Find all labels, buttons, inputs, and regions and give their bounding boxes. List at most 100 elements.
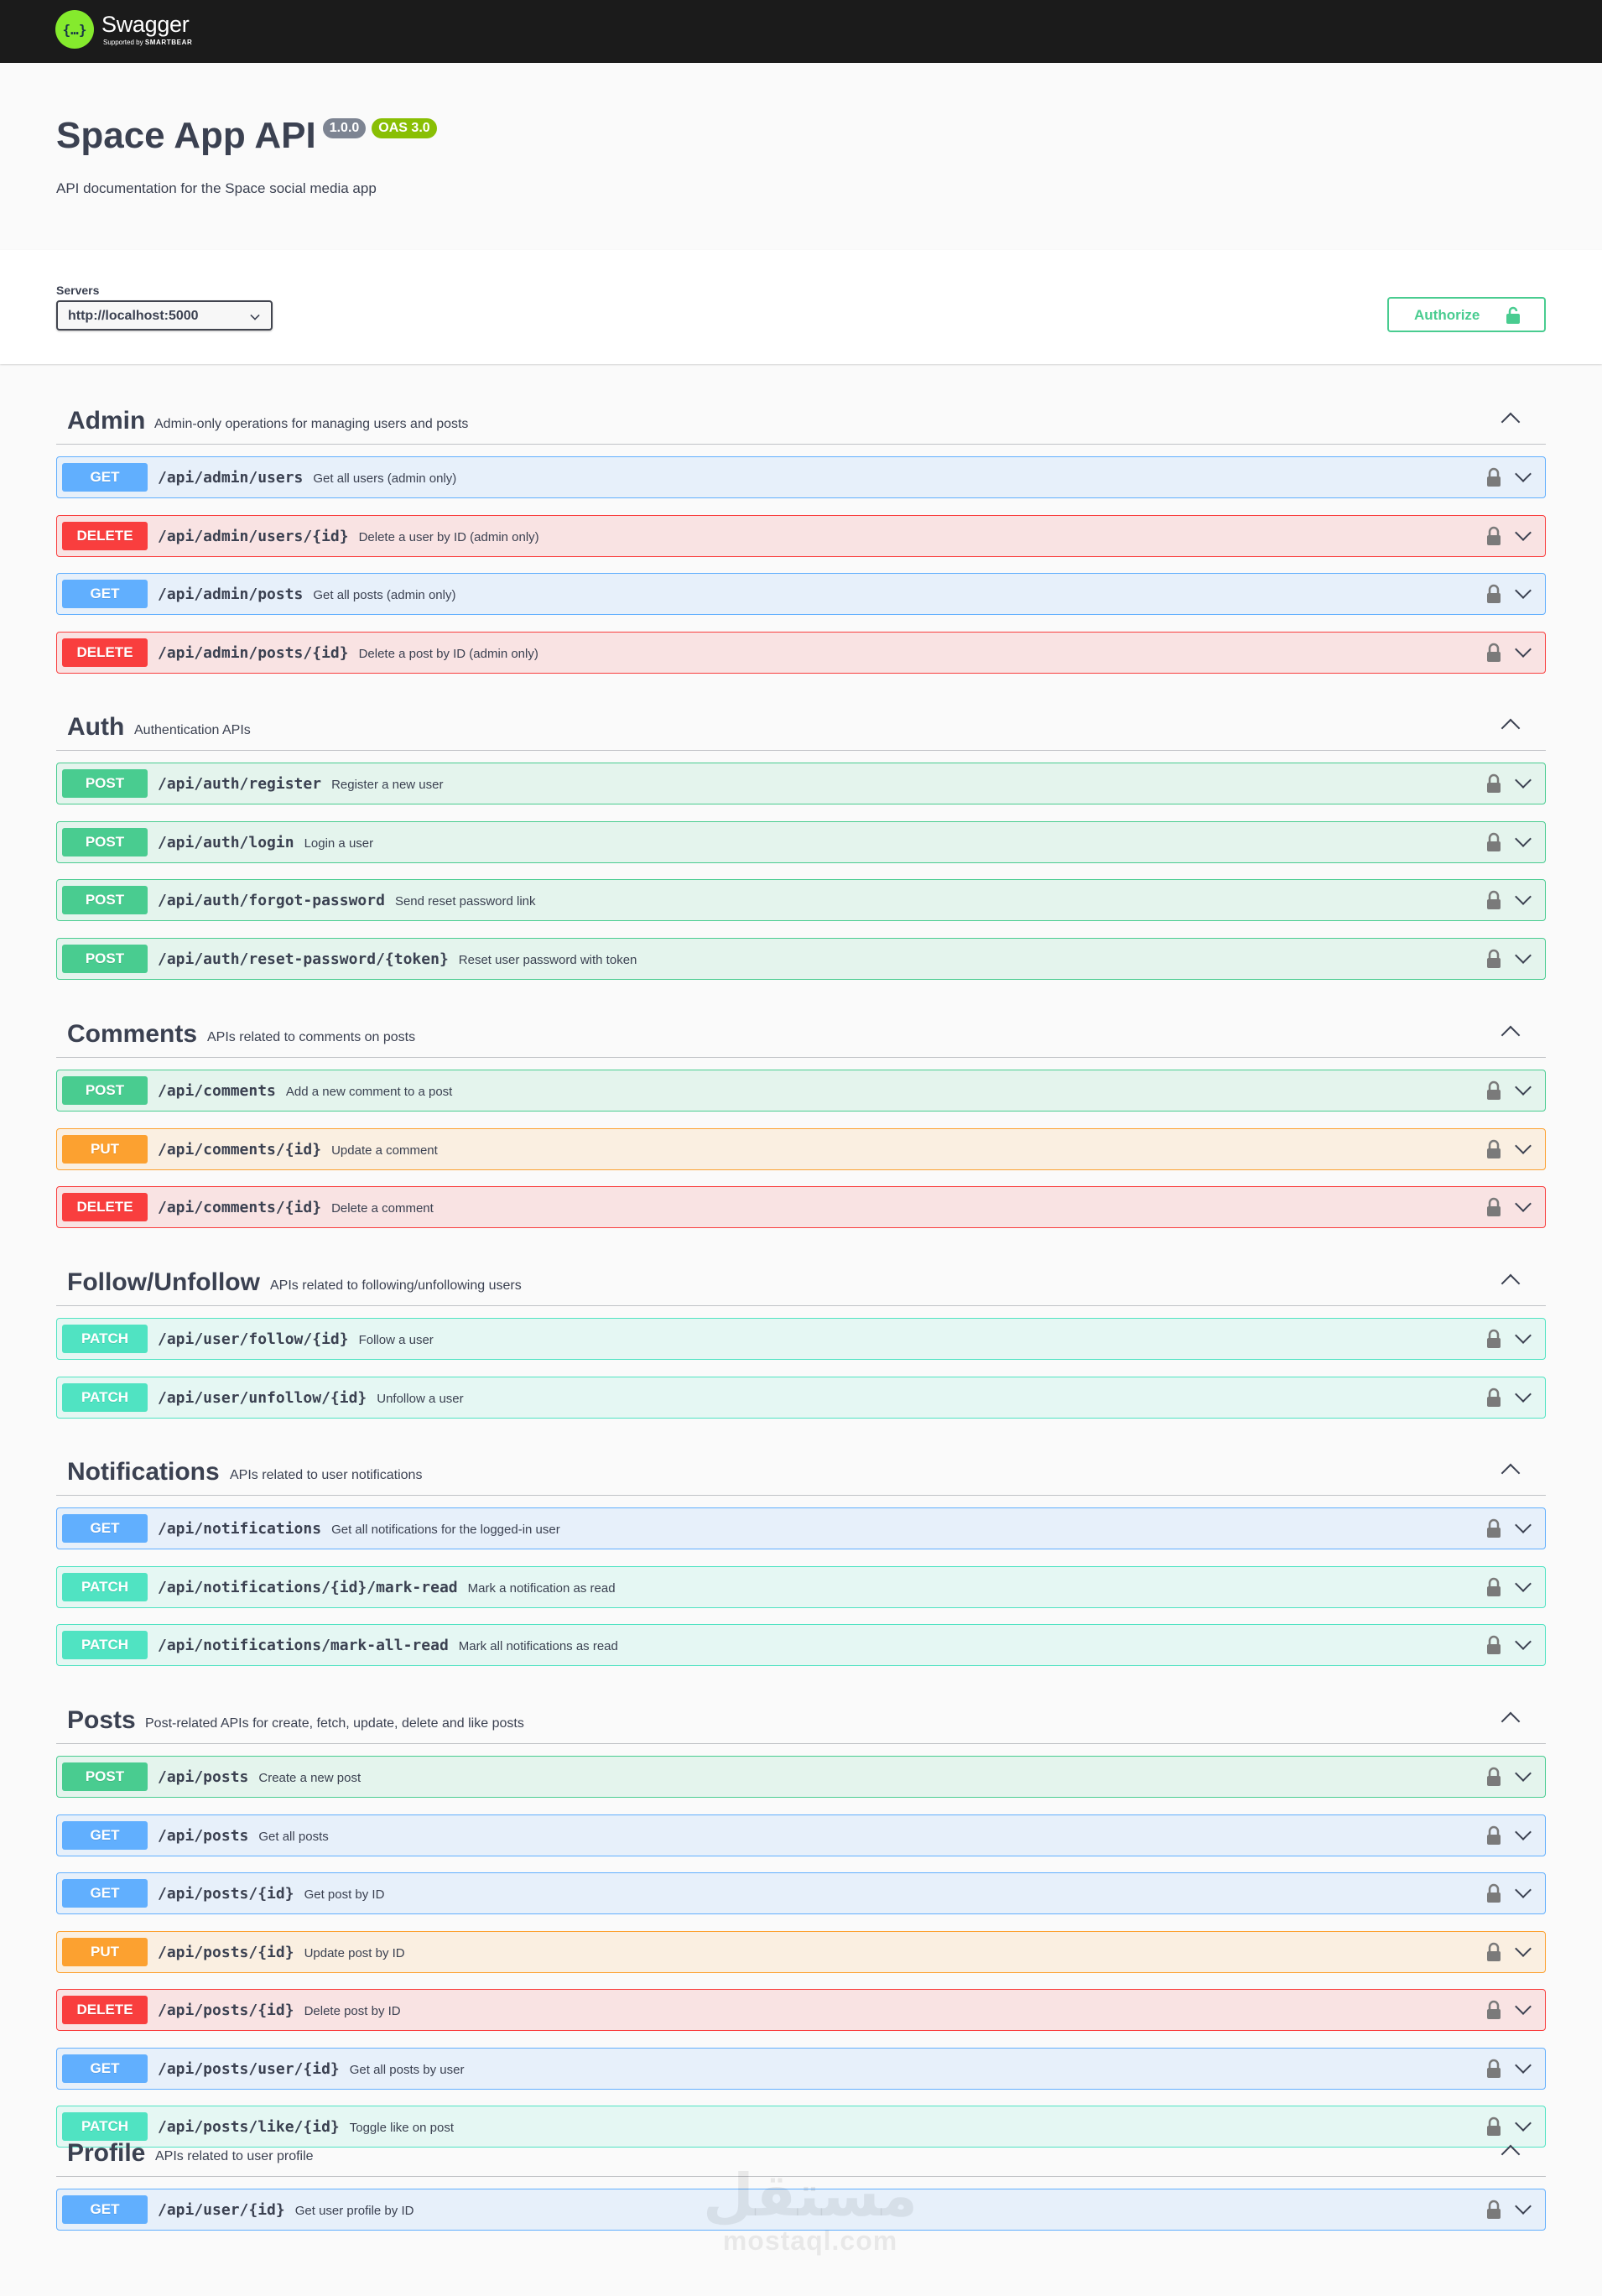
lock-icon[interactable]: [1486, 1197, 1501, 1221]
tag-header[interactable]: Follow/Unfollow APIs related to following…: [56, 1251, 1546, 1306]
operation-path[interactable]: /api/auth/forgot-password Send reset pass…: [158, 892, 536, 909]
lock-icon[interactable]: [1486, 1577, 1501, 1601]
lock-icon[interactable]: [1486, 1883, 1501, 1908]
operation-path[interactable]: /api/posts/{id} Update post by ID: [158, 1944, 405, 1961]
chevron-down-icon[interactable]: [1515, 946, 1532, 964]
operation-path[interactable]: /api/notifications Get all notifications …: [158, 1520, 560, 1538]
opblock-get[interactable]: GET/api/posts/{id} Get post by ID: [56, 1872, 1546, 1914]
opblock-delete[interactable]: DELETE/api/comments/{id} Delete a comment: [56, 1186, 1546, 1228]
tag-header[interactable]: Auth Authentication APIs: [56, 695, 1546, 751]
lock-icon[interactable]: [1486, 1387, 1501, 1412]
lock-icon[interactable]: [1486, 773, 1501, 798]
lock-icon[interactable]: [1486, 949, 1501, 973]
operation-path[interactable]: /api/admin/posts Get all posts (admin onl…: [158, 586, 455, 603]
lock-icon[interactable]: [1486, 1139, 1501, 1164]
operation-path[interactable]: /api/auth/reset-password/{token} Reset us…: [158, 950, 637, 968]
lock-icon[interactable]: [1486, 584, 1501, 608]
opblock-patch[interactable]: PATCH/api/notifications/{id}/mark-read Ma…: [56, 1565, 1546, 1608]
chevron-down-icon[interactable]: [1515, 1882, 1532, 1898]
operation-path[interactable]: /api/posts/user/{id} Get all posts by use…: [158, 2060, 464, 2078]
lock-icon[interactable]: [1486, 1329, 1501, 1353]
chevron-down-icon[interactable]: [1515, 830, 1532, 847]
operation-path[interactable]: /api/posts Create a new post: [158, 1768, 361, 1786]
opblock-put[interactable]: PUT/api/posts/{id} Update post by ID: [56, 1930, 1546, 1973]
operation-path[interactable]: /api/auth/register Register a new user: [158, 775, 443, 793]
chevron-down-icon[interactable]: [1515, 1517, 1532, 1533]
opblock-post[interactable]: POST/api/auth/register Register a new use…: [56, 763, 1546, 804]
chevron-down-icon[interactable]: [1515, 523, 1532, 541]
lock-icon[interactable]: [1486, 832, 1501, 856]
chevron-down-icon[interactable]: [1515, 1575, 1532, 1592]
lock-icon[interactable]: [1486, 890, 1501, 914]
tag-header[interactable]: Posts Post-related APIs for create, fetch…: [56, 1689, 1546, 1744]
operation-path[interactable]: /api/user/{id} Get user profile by ID: [158, 2201, 414, 2219]
chevron-down-icon[interactable]: [1515, 1327, 1532, 1344]
operation-path[interactable]: /api/notifications/mark-all-read Mark all…: [158, 1637, 618, 1654]
swagger-logo[interactable]: {…} Swagger Supported by SMARTBEAR: [55, 10, 192, 49]
chevron-down-icon[interactable]: [1515, 1137, 1532, 1154]
authorize-button[interactable]: Authorize: [1387, 297, 1546, 332]
opblock-delete[interactable]: DELETE/api/admin/posts/{id} Delete a post…: [56, 631, 1546, 674]
lock-icon[interactable]: [1486, 1518, 1501, 1543]
opblock-get[interactable]: GET/api/posts/user/{id} Get all posts by …: [56, 2047, 1546, 2090]
tag-header[interactable]: Comments APIs related to comments on post…: [56, 1002, 1546, 1058]
lock-icon[interactable]: [1486, 467, 1501, 492]
opblock-delete[interactable]: DELETE/api/admin/users/{id} Delete a user…: [56, 514, 1546, 557]
tag-header[interactable]: Admin Admin-only operations for managing …: [56, 389, 1546, 445]
servers-select[interactable]: http://localhost:5000: [56, 300, 273, 331]
chevron-up-icon[interactable]: [1501, 2144, 1521, 2164]
lock-icon[interactable]: [1486, 1825, 1501, 1850]
tag-header[interactable]: Notifications APIs related to user notifi…: [56, 1440, 1546, 1496]
chevron-down-icon[interactable]: [1515, 2198, 1532, 2215]
opblock-delete[interactable]: DELETE/api/posts/{id} Delete post by ID: [56, 1989, 1546, 2031]
chevron-down-icon[interactable]: [1515, 2056, 1532, 2074]
lock-icon[interactable]: [1486, 1635, 1501, 1659]
chevron-down-icon[interactable]: [1515, 1633, 1532, 1650]
lock-icon[interactable]: [1486, 1942, 1501, 1966]
opblock-post[interactable]: POST/api/auth/login Login a user: [56, 820, 1546, 863]
opblock-put[interactable]: PUT/api/comments/{id} Update a comment: [56, 1127, 1546, 1170]
opblock-get[interactable]: GET/api/posts Get all posts: [56, 1814, 1546, 1856]
opblock-post[interactable]: POST/api/comments Add a new comment to a …: [56, 1070, 1546, 1112]
chevron-down-icon[interactable]: [1515, 772, 1532, 789]
operation-path[interactable]: /api/admin/users Get all users (admin onl…: [158, 469, 456, 487]
operation-path[interactable]: /api/comments/{id} Update a comment: [158, 1141, 438, 1158]
lock-icon[interactable]: [1486, 1767, 1501, 1791]
chevron-up-icon[interactable]: [1501, 1463, 1521, 1483]
opblock-get[interactable]: GET/api/notifications Get all notificatio…: [56, 1507, 1546, 1549]
operation-path[interactable]: /api/admin/posts/{id} Delete a post by ID…: [158, 644, 538, 662]
chevron-up-icon[interactable]: [1501, 412, 1521, 432]
chevron-down-icon[interactable]: [1515, 1385, 1532, 1403]
lock-icon[interactable]: [1486, 2059, 1501, 2083]
chevron-down-icon[interactable]: [1515, 466, 1532, 482]
lock-icon[interactable]: [1486, 1080, 1501, 1105]
lock-icon[interactable]: [1486, 526, 1501, 550]
chevron-down-icon[interactable]: [1515, 1079, 1532, 1096]
chevron-down-icon[interactable]: [1515, 1998, 1532, 2015]
operation-path[interactable]: /api/admin/users/{id} Delete a user by ID…: [158, 528, 539, 545]
lock-icon[interactable]: [1486, 643, 1501, 667]
operation-path[interactable]: /api/comments Add a new comment to a post: [158, 1082, 452, 1100]
chevron-up-icon[interactable]: [1501, 1273, 1521, 1294]
opblock-post[interactable]: POST/api/auth/forgot-password Send reset …: [56, 879, 1546, 921]
lock-icon[interactable]: [1486, 2000, 1501, 2024]
opblock-patch[interactable]: PATCH/api/user/unfollow/{id} Unfollow a u…: [56, 1376, 1546, 1419]
operation-path[interactable]: /api/notifications/{id}/mark-read Mark a …: [158, 1579, 616, 1596]
chevron-down-icon[interactable]: [1515, 1823, 1532, 1840]
opblock-patch[interactable]: PATCH/api/user/follow/{id} Follow a user: [56, 1318, 1546, 1360]
opblock-patch[interactable]: PATCH/api/notifications/mark-all-read Mar…: [56, 1624, 1546, 1666]
chevron-down-icon[interactable]: [1515, 1939, 1532, 1957]
chevron-down-icon[interactable]: [1515, 582, 1532, 599]
operation-path[interactable]: /api/comments/{id} Delete a comment: [158, 1199, 434, 1216]
opblock-post[interactable]: POST/api/auth/reset-password/{token} Rese…: [56, 937, 1546, 980]
operation-path[interactable]: /api/posts/{id} Get post by ID: [158, 1885, 384, 1903]
chevron-down-icon[interactable]: [1515, 640, 1532, 658]
operation-path[interactable]: /api/posts Get all posts: [158, 1827, 329, 1845]
operation-path[interactable]: /api/user/follow/{id} Follow a user: [158, 1330, 434, 1348]
operation-path[interactable]: /api/posts/{id} Delete post by ID: [158, 2002, 401, 2019]
chevron-down-icon[interactable]: [1515, 888, 1532, 905]
opblock-post[interactable]: POST/api/posts Create a new post: [56, 1756, 1546, 1798]
lock-icon[interactable]: [1486, 2200, 1501, 2224]
chevron-down-icon[interactable]: [1515, 1195, 1532, 1212]
chevron-down-icon[interactable]: [1515, 1765, 1532, 1782]
